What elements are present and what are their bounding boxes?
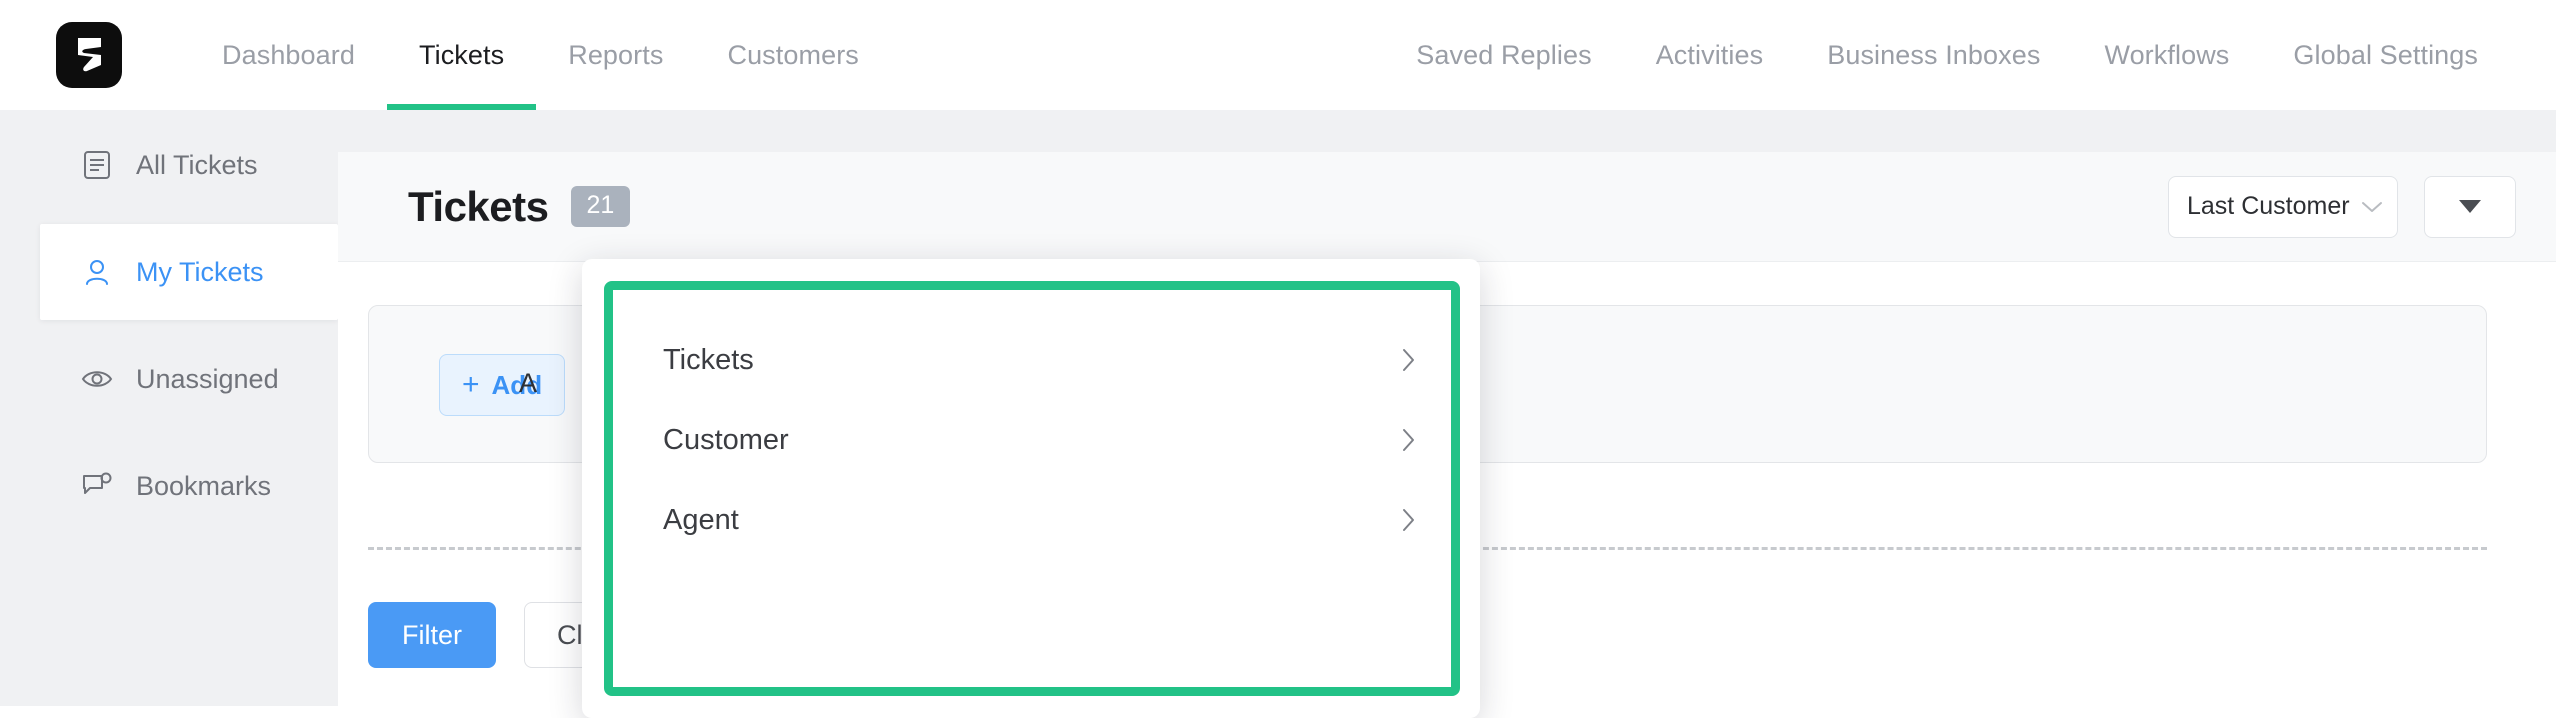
chevron-right-icon: [1401, 507, 1417, 533]
header-controls: Last Customer Response: [2168, 175, 2516, 238]
filter-button[interactable]: Filter: [368, 602, 496, 668]
nav-item-activities[interactable]: Activities: [1624, 0, 1796, 110]
nav-item-business-inboxes[interactable]: Business Inboxes: [1795, 0, 2072, 110]
nav-item-label: Business Inboxes: [1827, 39, 2041, 70]
nav-item-label: Activities: [1655, 39, 1764, 70]
eye-icon: [80, 362, 114, 396]
nav-item-label: Global Settings: [2293, 39, 2478, 70]
filter-trailing-text: A: [519, 368, 538, 398]
nav-item-tickets[interactable]: Tickets: [387, 0, 537, 110]
popover-menu-list: Tickets Customer Agent: [613, 290, 1451, 560]
nav-item-label: Reports: [568, 39, 664, 70]
app-body: All Tickets My Tickets Unassigned Bookma…: [0, 110, 2556, 718]
page-title: Tickets: [408, 182, 549, 230]
sidebar-item-unassigned[interactable]: Unassigned: [0, 346, 338, 412]
sidebar-item-label: Bookmarks: [136, 470, 272, 501]
nav-item-dashboard[interactable]: Dashboard: [190, 0, 387, 110]
sidebar-item-my-tickets[interactable]: My Tickets: [40, 224, 338, 320]
popover-item-label: Customer: [663, 423, 789, 456]
popover-item-customer[interactable]: Customer: [613, 400, 1451, 480]
popover-item-label: Agent: [663, 503, 739, 536]
nav-item-global-settings[interactable]: Global Settings: [2261, 0, 2510, 110]
plus-icon: +: [462, 368, 480, 401]
top-navigation-bar: Dashboard Tickets Reports Customers Save…: [0, 0, 2556, 110]
app-logo[interactable]: [56, 22, 122, 88]
page-header: Tickets 21 Last Customer Response: [338, 152, 2556, 262]
nav-item-label: Tickets: [419, 39, 505, 70]
comment-tag-icon: [80, 469, 114, 503]
flowchart-logo-icon: [78, 38, 101, 72]
nav-item-workflows[interactable]: Workflows: [2072, 0, 2261, 110]
caret-down-icon: [2459, 200, 2481, 213]
nav-item-label: Customers: [727, 39, 859, 70]
nav-item-reports[interactable]: Reports: [536, 0, 695, 110]
sidebar-item-label: Unassigned: [136, 363, 279, 394]
nav-item-label: Workflows: [2104, 39, 2230, 70]
filter-field-popover: Tickets Customer Agent: [582, 259, 1480, 718]
sort-select-value: Last Customer Response: [2187, 192, 2355, 220]
nav-item-label: Saved Replies: [1416, 39, 1592, 70]
chevron-down-icon: [2361, 200, 2383, 214]
add-filter-button[interactable]: + Add: [439, 354, 566, 416]
sidebar: All Tickets My Tickets Unassigned Bookma…: [0, 110, 338, 706]
nav-item-saved-replies[interactable]: Saved Replies: [1384, 0, 1623, 110]
sidebar-item-label: My Tickets: [136, 256, 264, 287]
sidebar-item-bookmarks[interactable]: Bookmarks: [0, 453, 338, 519]
popover-item-agent[interactable]: Agent: [613, 480, 1451, 560]
secondary-nav: Saved Replies Activities Business Inboxe…: [1384, 0, 2510, 110]
chevron-right-icon: [1401, 347, 1417, 373]
popover-item-tickets[interactable]: Tickets: [613, 320, 1451, 400]
nav-item-customers[interactable]: Customers: [695, 0, 890, 110]
sidebar-item-label: All Tickets: [136, 149, 258, 180]
popover-item-label: Tickets: [663, 343, 754, 376]
person-icon: [80, 255, 114, 289]
chevron-right-icon: [1401, 427, 1417, 453]
document-list-icon: [80, 148, 114, 182]
ticket-count-badge: 21: [570, 186, 631, 227]
sidebar-item-all-tickets[interactable]: All Tickets: [0, 132, 338, 198]
nav-item-label: Dashboard: [222, 39, 355, 70]
view-options-select[interactable]: [2424, 175, 2516, 238]
primary-nav: Dashboard Tickets Reports Customers: [190, 0, 891, 110]
sort-select[interactable]: Last Customer Response: [2168, 175, 2398, 238]
popover-highlight-box: Tickets Customer Agent: [604, 281, 1460, 696]
